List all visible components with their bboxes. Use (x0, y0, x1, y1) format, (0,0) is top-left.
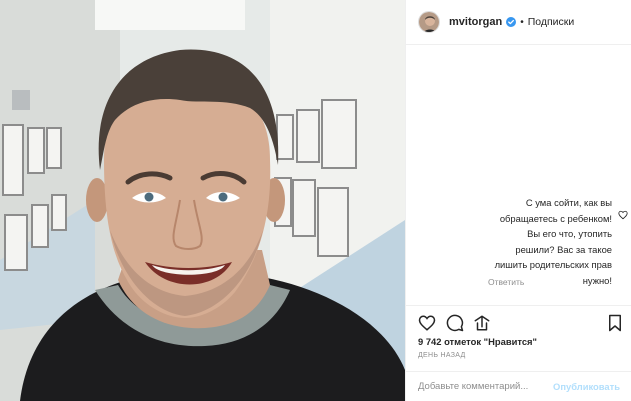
add-comment-bar: Опубликовать (406, 371, 631, 401)
reply-button[interactable]: Ответить (488, 277, 524, 287)
following-button[interactable]: Подписки (528, 16, 575, 28)
selfie-image (0, 0, 405, 401)
heart-icon[interactable] (418, 314, 436, 332)
bookmark-icon[interactable] (606, 314, 624, 332)
separator-dot: • (520, 16, 524, 28)
avatar[interactable] (418, 11, 440, 33)
comment-icon[interactable] (446, 314, 464, 332)
share-icon[interactable] (473, 314, 491, 332)
likes-count[interactable]: 9 742 отметок "Нравится" (418, 336, 537, 347)
comment-item: С ума сойти, как вы обращаетесь с ребенк… (406, 195, 631, 288)
post-side-panel: mvitorgan • Подписки С ума сойти, как вы… (405, 0, 631, 401)
post-header: mvitorgan • Подписки (406, 0, 631, 45)
verified-badge-icon (506, 17, 517, 27)
comment-input[interactable] (418, 381, 554, 392)
post-timestamp: День назад (418, 352, 466, 359)
comment-like-heart-icon[interactable] (618, 210, 628, 220)
post-actions-bar (406, 305, 631, 335)
comment-text: С ума сойти, как вы обращаетесь с ребенк… (494, 197, 612, 286)
post-photo[interactable] (0, 0, 405, 401)
username-link[interactable]: mvitorgan (449, 16, 502, 28)
publish-button[interactable]: Опубликовать (553, 381, 620, 392)
